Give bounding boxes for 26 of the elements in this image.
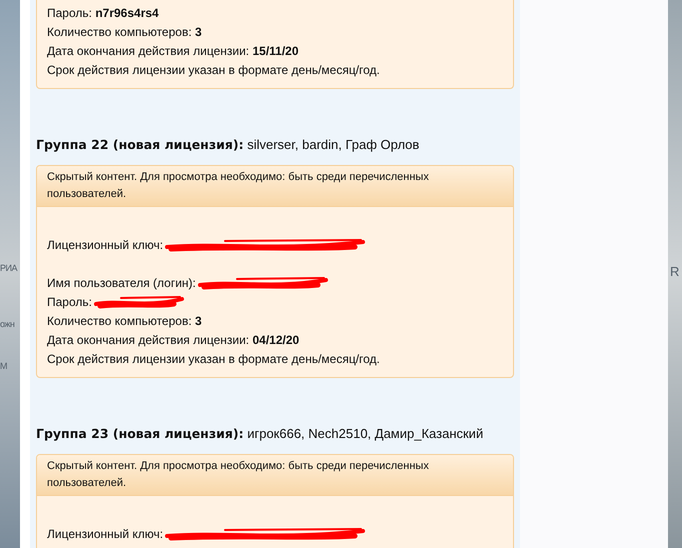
field-value: 3 <box>195 314 202 328</box>
field-label: Лицензионный ключ: <box>47 526 164 543</box>
field-label: Дата окончания действия лицензии: <box>47 333 250 347</box>
field-label: Количество компьютеров: <box>47 314 193 328</box>
hidden-content-notice: Скрытый контент. Для просмотра необходимо: быть среди перечисленных пользователей. <box>47 170 430 202</box>
hidden-content-notice: Скрытый контент. Для просмотра необходимо: быть среди перечисленных пользователей. <box>47 459 430 491</box>
group-heading: Группа 23 (новая лицензия): <box>36 426 244 441</box>
note-text: Срок действия лицензии указан в формате день/месяц/год. <box>47 352 380 366</box>
field-label: Количество компьютеров: <box>47 25 193 39</box>
field-label: Лицензионный ключ: <box>47 237 164 254</box>
field-value: 04/12/20 <box>252 333 300 347</box>
group-heading: Группа 22 (новая лицензия): <box>36 137 244 152</box>
note-text: Срок действия лицензии указан в формате день/месяц/год. <box>47 63 380 77</box>
field-label: Имя пользователя (логин): <box>47 275 196 292</box>
field-label: Пароль: <box>47 6 93 20</box>
background-text: М <box>0 360 7 373</box>
group-members: silverser, bardin, Граф Орлов <box>247 137 420 152</box>
field-value: 3 <box>195 25 202 39</box>
field-value: 15/11/20 <box>252 44 299 58</box>
background-text: РИА <box>0 262 17 275</box>
background-text: ожн <box>0 318 14 331</box>
group-members: игрок666, Nech2510, Дамир_Казанский <box>247 426 484 441</box>
field-value: n7r96s4rs4 <box>95 6 159 20</box>
field-label: Пароль: <box>47 294 92 311</box>
background-text: R <box>670 263 680 281</box>
field-label: Дата окончания действия лицензии: <box>47 44 250 58</box>
